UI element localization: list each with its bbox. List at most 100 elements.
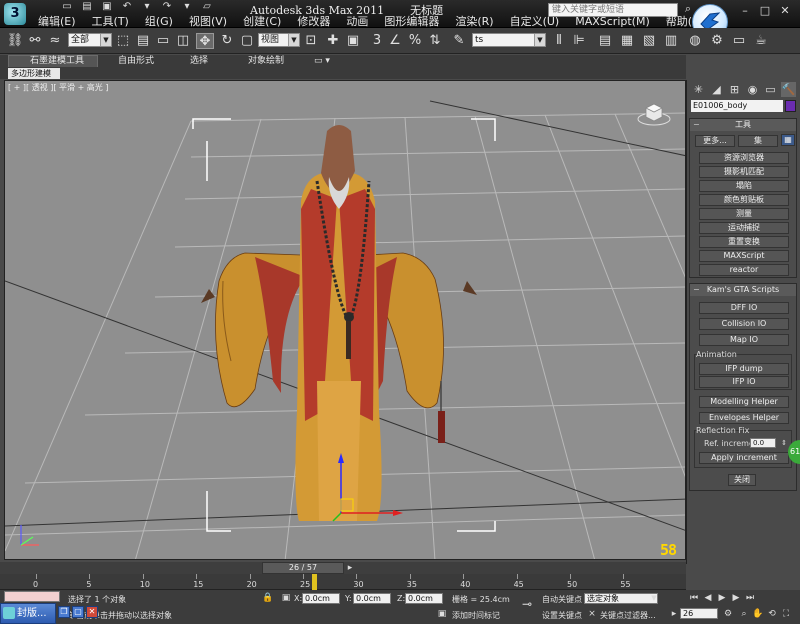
- apply-increment-button[interactable]: Apply increment: [699, 452, 789, 464]
- spinner-snap-icon[interactable]: ⇅: [426, 33, 444, 49]
- project-folder-icon[interactable]: ▱: [200, 1, 214, 13]
- zoom-icon[interactable]: ⌕: [738, 608, 750, 620]
- render-setup-icon[interactable]: ⚙: [708, 33, 726, 49]
- select-object-icon[interactable]: ⬚: [114, 33, 132, 49]
- unlink-icon[interactable]: ⚯: [26, 33, 44, 49]
- select-scale-icon[interactable]: ▢: [238, 33, 256, 49]
- time-tag-icon[interactable]: ▣: [436, 608, 448, 620]
- motion-tab-icon[interactable]: ◉: [745, 82, 760, 97]
- go-to-end-icon[interactable]: ⏭: [744, 592, 756, 604]
- display-tab-icon[interactable]: ▭: [763, 82, 778, 97]
- menu-animation[interactable]: 动画: [338, 15, 376, 28]
- minimize-icon[interactable]: –: [736, 4, 754, 18]
- menu-rendering[interactable]: 渲染(R): [447, 15, 501, 28]
- layer-manager-icon[interactable]: ▤: [596, 33, 614, 49]
- menu-tools[interactable]: 工具(T): [84, 15, 137, 28]
- curve-editor-icon[interactable]: ▧: [640, 33, 658, 49]
- tab-graphite-modeling[interactable]: 石墨建模工具: [30, 56, 84, 67]
- menu-views[interactable]: 视图(V): [181, 15, 235, 28]
- graphite-toggle-icon[interactable]: ▦: [618, 33, 636, 49]
- save-file-icon[interactable]: ▣: [100, 1, 114, 13]
- add-time-tag-text[interactable]: 添加时间标记: [452, 610, 500, 621]
- bind-space-warp-icon[interactable]: ≈: [46, 33, 64, 49]
- go-to-start-icon[interactable]: ⏮: [688, 592, 700, 604]
- material-editor-icon[interactable]: ◍: [686, 33, 704, 49]
- lock-selection-icon[interactable]: 🔒: [262, 592, 274, 604]
- viewport-label[interactable]: [ + ][ 透视 ][ 平滑 + 高光 ]: [8, 82, 108, 93]
- next-key-icon[interactable]: ▶: [730, 592, 742, 604]
- pan-icon[interactable]: ✋: [752, 608, 764, 620]
- menu-modifiers[interactable]: 修改器: [289, 15, 338, 28]
- time-config-icon[interactable]: ⚙: [722, 608, 734, 620]
- schematic-view-icon[interactable]: ▥: [662, 33, 680, 49]
- object-name-field[interactable]: E01006_body: [691, 100, 783, 112]
- taskbar-restore-icon[interactable]: ❐: [58, 606, 70, 618]
- percent-snap-icon[interactable]: %: [406, 33, 424, 49]
- maxscript-listener-field[interactable]: [4, 591, 60, 602]
- hierarchy-tab-icon[interactable]: ⊞: [727, 82, 742, 97]
- taskbar-app-button[interactable]: 封版...: [0, 603, 56, 624]
- z-coordinate-input[interactable]: 0.0cm: [405, 593, 443, 604]
- utilities-tab-icon[interactable]: 🔨: [781, 82, 796, 97]
- maximize-viewport-icon[interactable]: ⛶: [780, 608, 792, 620]
- set-key-button[interactable]: 设置关键点: [542, 610, 582, 621]
- keyboard-shortcut-icon[interactable]: ▣: [344, 33, 362, 49]
- reference-coordinate-select[interactable]: 视图 ▼: [258, 33, 300, 47]
- envelopes-helper-button[interactable]: Envelopes Helper: [699, 412, 789, 424]
- play-icon[interactable]: ▶: [716, 592, 728, 604]
- gta-scripts-rollout-title[interactable]: − Kam's GTA Scripts: [690, 284, 796, 296]
- maxscript-button[interactable]: MAXScript: [699, 250, 789, 262]
- color-clipboard-button[interactable]: 颜色剪贴板: [699, 194, 789, 206]
- key-filters-button[interactable]: 关键点过滤器...: [600, 610, 656, 621]
- ifp-io-button[interactable]: IFP IO: [699, 376, 789, 388]
- time-slider-thumb[interactable]: 26 / 57: [262, 562, 344, 574]
- select-move-icon[interactable]: ✥: [196, 33, 214, 49]
- chevron-down-icon[interactable]: ▼: [648, 592, 660, 604]
- rect-selection-icon[interactable]: ▭: [154, 33, 172, 49]
- viewcube-icon[interactable]: [637, 103, 671, 130]
- collision-io-button[interactable]: Collision IO: [699, 318, 789, 330]
- maximize-icon[interactable]: □: [756, 4, 774, 18]
- auto-key-button[interactable]: 自动关键点: [542, 594, 582, 605]
- utilities-rollout-title[interactable]: − 工具: [690, 119, 796, 131]
- menu-customize[interactable]: 自定义(U): [502, 15, 568, 28]
- taskbar-close-icon[interactable]: ✕: [86, 606, 98, 618]
- reset-xform-button[interactable]: 重置变换: [699, 236, 789, 248]
- next-frame-icon[interactable]: ▸: [344, 562, 356, 574]
- new-file-icon[interactable]: ▭: [60, 1, 74, 13]
- map-io-button[interactable]: Map IO: [699, 334, 789, 346]
- close-icon[interactable]: ✕: [776, 4, 794, 18]
- rendered-frame-window-icon[interactable]: ▭: [730, 33, 748, 49]
- key-icon[interactable]: ⊸: [518, 598, 536, 610]
- menu-maxscript[interactable]: MAXScript(M): [567, 15, 658, 28]
- measure-button[interactable]: 测量: [699, 208, 789, 220]
- ribbon-options-icon[interactable]: ▭ ▾: [314, 56, 330, 67]
- menu-edit[interactable]: 编辑(E): [30, 15, 84, 28]
- orbit-icon[interactable]: ⟲: [766, 608, 778, 620]
- time-slider[interactable]: ◂ 26 / 57 ▸: [0, 562, 686, 574]
- pivot-center-icon[interactable]: ⊡: [302, 33, 320, 49]
- modify-tab-icon[interactable]: ◢: [709, 82, 724, 97]
- edit-named-selection-icon[interactable]: ✎: [450, 33, 468, 49]
- menu-graph-editors[interactable]: 图形编辑器: [376, 15, 447, 28]
- selection-filter-select[interactable]: 全部 ▼: [68, 33, 112, 47]
- mirror-icon[interactable]: ⫴: [550, 33, 568, 49]
- y-coordinate-input[interactable]: 0.0cm: [353, 593, 391, 604]
- sets-button[interactable]: 集: [738, 135, 778, 147]
- menu-create[interactable]: 创建(C): [235, 15, 289, 28]
- select-rotate-icon[interactable]: ↻: [218, 33, 236, 49]
- asset-browser-button[interactable]: 资源浏览器: [699, 152, 789, 164]
- x-coordinate-input[interactable]: 0.0cm: [302, 593, 340, 604]
- ifp-dump-button[interactable]: IFP dump: [699, 363, 789, 375]
- undo-icon[interactable]: ↶: [120, 1, 134, 13]
- create-tab-icon[interactable]: ✳: [691, 82, 706, 97]
- more-button[interactable]: 更多...: [695, 135, 735, 147]
- configure-sets-icon[interactable]: ▦: [781, 134, 795, 146]
- collapse-button[interactable]: 塌陷: [699, 180, 789, 192]
- window-crossing-icon[interactable]: ◫: [174, 33, 192, 49]
- tab-freeform[interactable]: 自由形式: [118, 56, 154, 67]
- track-bar[interactable]: 0 5 10 15 20 25 30 35 40 45 50 55: [0, 574, 686, 590]
- link-icon[interactable]: ⛓: [6, 33, 24, 49]
- select-by-name-icon[interactable]: ▤: [134, 33, 152, 49]
- object-color-swatch[interactable]: [785, 100, 796, 112]
